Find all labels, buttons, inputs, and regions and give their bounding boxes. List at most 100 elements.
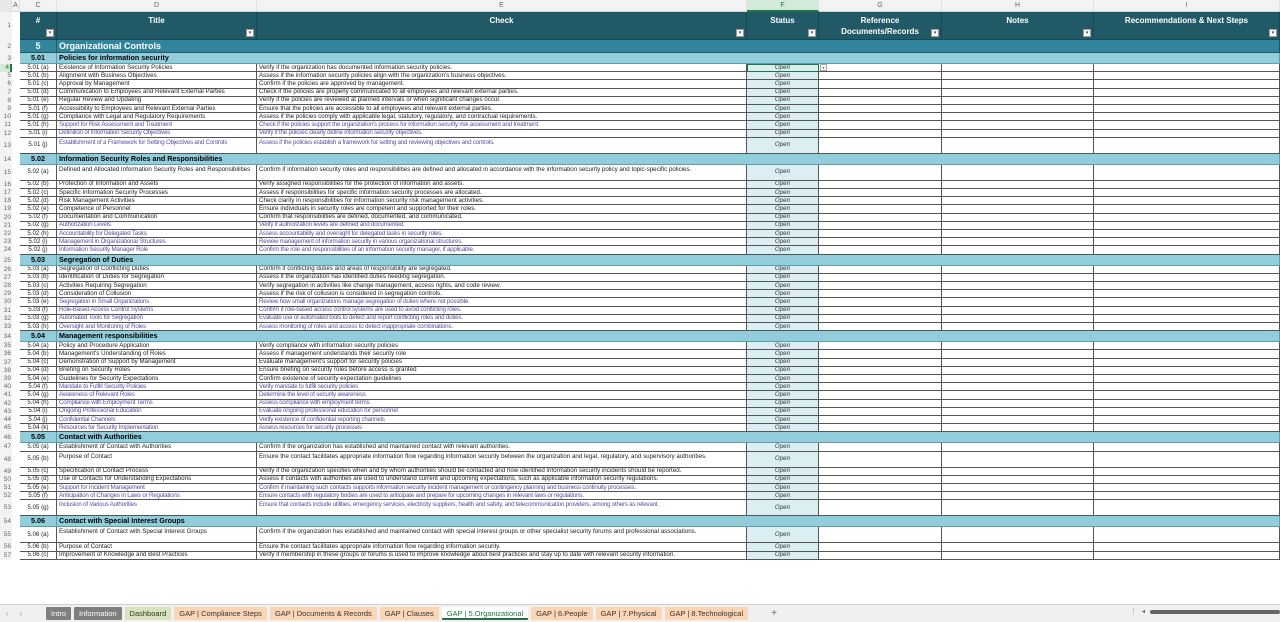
row-number[interactable]: 14 [0,153,12,165]
control-check[interactable]: Assess compliance with employment terms [257,399,747,408]
control-number[interactable]: 5.01 (c) [20,80,57,89]
control-check[interactable]: Confirm that responsibilities are define… [257,213,747,222]
header-reference[interactable]: Reference Documents/Records ▾ [819,12,942,40]
notes-cell[interactable] [942,197,1094,206]
control-check[interactable]: Confirm if maintaining such contacts sup… [257,484,747,493]
control-title[interactable]: Identification of Duties for Segregation [57,273,257,282]
reference-cell[interactable] [819,230,942,239]
next-sheet-button[interactable]: › [14,609,28,618]
notes-cell[interactable] [942,399,1094,408]
control-check[interactable]: Ensure the contact facilitates appropria… [257,543,747,552]
row-number[interactable]: 54 [0,516,12,528]
notes-cell[interactable] [942,238,1094,247]
control-title[interactable]: Protection of Information and Assets [57,180,257,189]
control-check[interactable]: Ensure individuals in security roles are… [257,205,747,214]
status-cell[interactable]: Open [747,323,819,332]
reference-cell[interactable] [819,298,942,307]
filter-dropdown-icon[interactable]: ▾ [808,29,816,37]
control-title[interactable]: Risk Management Activities [57,197,257,206]
row-number[interactable]: 21 [0,221,12,230]
notes-cell[interactable] [942,265,1094,274]
control-check[interactable]: Assess if the organization has identifie… [257,273,747,282]
status-cell[interactable]: Open [747,282,819,291]
notes-cell[interactable] [942,213,1094,222]
reference-cell[interactable] [819,105,942,114]
reference-cell[interactable] [819,323,942,332]
status-cell[interactable]: Open [747,484,819,493]
control-number[interactable]: 5.03 (h) [20,323,57,332]
control-title[interactable]: Segregation of Conflicting Duties [57,265,257,274]
notes-cell[interactable] [942,180,1094,189]
reference-cell[interactable] [819,543,942,552]
sheet-tab[interactable]: Dashboard [124,607,172,620]
more-options-icon[interactable]: ⋮ [1130,607,1137,615]
row-number[interactable]: 4 [0,64,12,73]
control-number[interactable]: 5.03 (a) [20,265,57,274]
control-check[interactable]: Review how small organizations manage se… [257,298,747,307]
control-number[interactable]: 5.03 (g) [20,314,57,323]
control-check[interactable]: Verify mandate to fulfill security polic… [257,383,747,392]
control-title[interactable]: Specific Information Security Processes [57,189,257,198]
notes-cell[interactable] [942,527,1094,544]
row-number[interactable]: 48 [0,451,12,468]
notes-cell[interactable] [942,64,1094,73]
recommendations-cell[interactable] [1094,273,1280,282]
row-number[interactable]: 31 [0,306,12,315]
row-number[interactable]: 52 [0,492,12,501]
control-number[interactable]: 5.05 (e) [20,484,57,493]
subsection-number[interactable]: 5.02 [20,153,57,165]
control-number[interactable]: 5.04 (d) [20,366,57,375]
notes-cell[interactable] [942,72,1094,81]
recommendations-cell[interactable] [1094,358,1280,367]
reference-cell[interactable] [819,164,942,181]
control-number[interactable]: 5.02 (c) [20,189,57,198]
control-check[interactable]: Verify if the policies are reviewed at p… [257,96,747,105]
control-number[interactable]: 5.01 (d) [20,88,57,97]
control-number[interactable]: 5.04 (f) [20,383,57,392]
control-check[interactable]: Check if the policies support the organi… [257,121,747,130]
status-cell[interactable]: Open [747,383,819,392]
control-check[interactable]: Assess accountability and oversight for … [257,230,747,239]
control-title[interactable]: Purpose of Contact [57,543,257,552]
recommendations-cell[interactable] [1094,290,1280,299]
control-number[interactable]: 5.05 (c) [20,467,57,476]
notes-cell[interactable] [942,551,1094,560]
control-number[interactable]: 5.04 (e) [20,375,57,384]
status-cell[interactable]: Open [747,543,819,552]
column-header-g[interactable]: G [819,0,942,12]
recommendations-cell[interactable] [1094,424,1280,433]
control-check[interactable]: Assess if the policies establish a frame… [257,137,747,154]
control-check[interactable]: Assess if contacts with authorities are … [257,475,747,484]
control-title[interactable]: Improvement of Knowledge and Best Practi… [57,551,257,560]
control-check[interactable]: Ensure contacts with regulatory bodies a… [257,492,747,501]
recommendations-cell[interactable] [1094,180,1280,189]
notes-cell[interactable] [942,205,1094,214]
control-check[interactable]: Confirm if information security roles an… [257,164,747,181]
reference-cell[interactable] [819,273,942,282]
status-cell[interactable]: Open [747,358,819,367]
subsection-title[interactable]: Policies for information security [57,53,1280,64]
control-check[interactable]: Verify existence of confidential reporti… [257,416,747,425]
reference-cell[interactable] [819,246,942,255]
status-cell[interactable]: Open [747,96,819,105]
control-check[interactable]: Verify if the organization has documente… [257,64,747,73]
recommendations-cell[interactable] [1094,113,1280,122]
reference-cell[interactable] [819,424,942,433]
recommendations-cell[interactable] [1094,342,1280,351]
column-header-f[interactable]: F [747,0,819,12]
row-number[interactable]: 1 [0,12,12,40]
reference-cell[interactable] [819,475,942,484]
recommendations-cell[interactable] [1094,314,1280,323]
select-all-corner[interactable] [0,0,12,12]
notes-cell[interactable] [942,164,1094,181]
scrollbar-thumb[interactable] [1150,610,1280,614]
control-number[interactable]: 5.04 (k) [20,424,57,433]
control-check[interactable]: Confirm if the organization has establis… [257,527,747,544]
row-number[interactable]: 39 [0,375,12,384]
row-number[interactable]: 7 [0,88,12,97]
notes-cell[interactable] [942,290,1094,299]
control-title[interactable]: Role-Based Access Control Systems [57,306,257,315]
control-number[interactable]: 5.01 (i) [20,129,57,138]
control-check[interactable]: Verify assigned responsibilities for the… [257,180,747,189]
reference-cell[interactable] [819,551,942,560]
